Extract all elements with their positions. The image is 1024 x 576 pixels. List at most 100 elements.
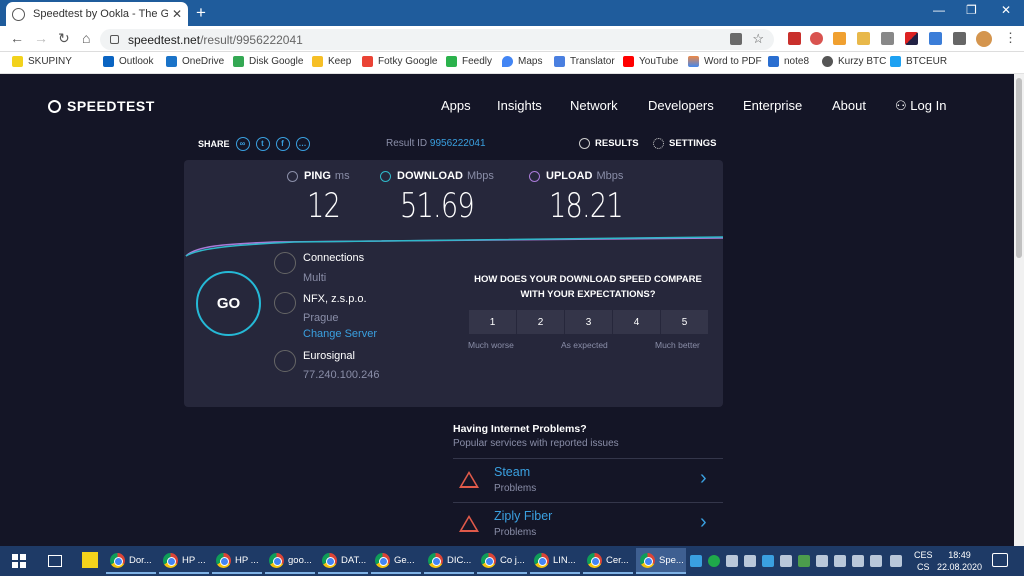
tray-check-icon[interactable] [798,555,810,567]
tray-cloud-icon[interactable] [744,555,756,567]
bookmark-note8[interactable]: note8 [768,56,809,67]
isp-name: NFX, z.s.p.o. [303,293,367,305]
results-button[interactable]: RESULTS [579,138,639,149]
nav-apps[interactable]: Apps [441,98,471,113]
extensions-puzzle-icon[interactable] [953,32,966,45]
reload-icon[interactable]: ↻ [58,30,70,47]
more-icon[interactable]: … [295,137,310,151]
user-icon: ⚇ [895,98,907,113]
rating-4[interactable]: 4 [613,310,660,334]
connections-label: Connections [303,252,365,264]
rating-2[interactable]: 2 [517,310,564,334]
bookmark-feedly[interactable]: Feedly [446,56,492,67]
extension-badge-icon[interactable] [810,32,823,45]
taskbar-chrome-window-active[interactable]: Spe... [636,548,686,574]
new-tab-button[interactable]: + [196,3,206,23]
bookmark-onedrive[interactable]: OneDrive [166,56,224,67]
taskbar-chrome-window[interactable]: Ge... [371,548,421,574]
facebook-icon[interactable]: f [275,137,290,151]
back-arrow-icon[interactable]: ← [10,30,24,46]
taskbar-chrome-window[interactable]: Dor... [106,548,156,574]
nav-network[interactable]: Network [570,98,618,113]
tab-close-icon[interactable]: ✕ [172,7,182,21]
extension-note-icon[interactable] [857,32,870,45]
tray-pen-icon[interactable] [890,555,902,567]
input-language[interactable]: CES CS [914,549,933,573]
taskbar-chrome-window[interactable]: DAT... [318,548,368,574]
bookmark-maps[interactable]: Maps [502,56,542,67]
speedtest-page: SPEEDTEST Apps Insights Network Develope… [0,74,1014,546]
tray-app-icon[interactable] [726,555,738,567]
bookmark-outlook[interactable]: Outlook [103,56,153,67]
login-link[interactable]: ⚇ Log In [895,98,946,114]
tray-monitor-icon[interactable] [780,555,792,567]
tray-volume-icon[interactable] [852,555,864,567]
bookmark-word-to-pdf[interactable]: Word to PDF [688,56,762,67]
translate-icon[interactable] [730,33,742,45]
problem-item-ziply-fiber[interactable]: Ziply Fiber Problems › [453,502,723,546]
taskbar-chrome-window[interactable]: Co j... [477,548,527,574]
twitter-icon[interactable]: t [255,137,270,151]
minimize-window-icon[interactable]: — [933,3,945,17]
change-server-link[interactable]: Change Server [303,328,377,340]
problem-item-steam[interactable]: Steam Problems › [453,458,723,502]
nav-insights[interactable]: Insights [497,98,542,113]
extension-ublock-icon[interactable] [788,32,801,45]
tray-play-icon[interactable] [690,555,702,567]
connections-value[interactable]: Multi [303,272,326,284]
tray-battery-icon[interactable] [870,555,882,567]
bookmark-star-icon[interactable]: ☆ [752,31,764,47]
action-center-icon[interactable] [992,553,1008,567]
bookmark-disk-google[interactable]: Disk Google [233,56,303,67]
taskbar-chrome-window[interactable]: HP ... [212,548,262,574]
taskbar-chrome-window[interactable]: Cer... [583,548,633,574]
bookmark-translator[interactable]: Translator [554,56,615,67]
restore-window-icon[interactable]: ❐ [966,3,977,17]
system-clock[interactable]: 18:49 22.08.2020 [937,549,982,573]
browser-menu-icon[interactable]: ⋮ [1004,30,1017,46]
bookmark-skupiny[interactable]: SKUPINY [12,56,72,67]
problem-name: Ziply Fiber [494,509,553,523]
extension-flag-icon[interactable] [905,32,918,45]
rating-5[interactable]: 5 [661,310,708,334]
nav-about[interactable]: About [832,98,866,113]
nav-developers[interactable]: Developers [648,98,714,113]
home-icon[interactable]: ⌂ [82,30,90,46]
tray-bluetooth-icon[interactable] [762,555,774,567]
extension-pen-icon[interactable] [929,32,942,45]
bookmark-btceur[interactable]: BTCEUR [890,56,947,67]
settings-button[interactable]: SETTINGS [653,138,717,149]
browser-tab-speedtest[interactable]: Speedtest by Ookla - The Global ✕ [6,2,188,26]
bookmark-youtube[interactable]: YouTube [623,56,678,67]
link-icon[interactable]: ∞ [235,137,250,151]
taskbar-chrome-window[interactable]: goo... [265,548,315,574]
rating-3[interactable]: 3 [565,310,612,334]
result-id-link[interactable]: 9956222041 [430,138,486,149]
taskbar-chrome-window[interactable]: DIC... [424,548,474,574]
extension-clipboard-icon[interactable] [881,32,894,45]
page-scrollbar[interactable] [1014,74,1024,546]
forward-arrow-icon[interactable]: → [34,30,48,46]
rating-1[interactable]: 1 [469,310,516,334]
sticky-notes-icon[interactable] [82,552,98,568]
bookmark-keep[interactable]: Keep [312,56,351,67]
taskbar-chrome-window[interactable]: LIN... [530,548,580,574]
extension-rss-icon[interactable] [833,32,846,45]
task-view-icon[interactable] [48,555,62,567]
tray-whatsapp-icon[interactable] [708,555,720,567]
go-button[interactable]: GO [196,271,261,336]
windows-start-icon[interactable] [12,554,26,568]
bookmark-kurzy-btc[interactable]: Kurzy BTC [822,56,886,67]
share-label: SHARE [198,139,230,149]
address-bar[interactable]: speedtest.net/result/9956222041 ☆ [100,29,774,50]
close-window-icon[interactable]: ✕ [1001,3,1011,17]
scrollbar-thumb[interactable] [1016,78,1022,258]
taskbar-chrome-window[interactable]: HP ... [159,548,209,574]
bookmark-fotky-google[interactable]: Fotky Google [362,56,437,67]
tray-display-icon[interactable] [834,555,846,567]
speedtest-logo[interactable]: SPEEDTEST [48,98,155,114]
translator-icon [554,56,565,67]
tray-network-icon[interactable] [816,555,828,567]
nav-enterprise[interactable]: Enterprise [743,98,802,113]
profile-avatar[interactable] [976,31,992,47]
